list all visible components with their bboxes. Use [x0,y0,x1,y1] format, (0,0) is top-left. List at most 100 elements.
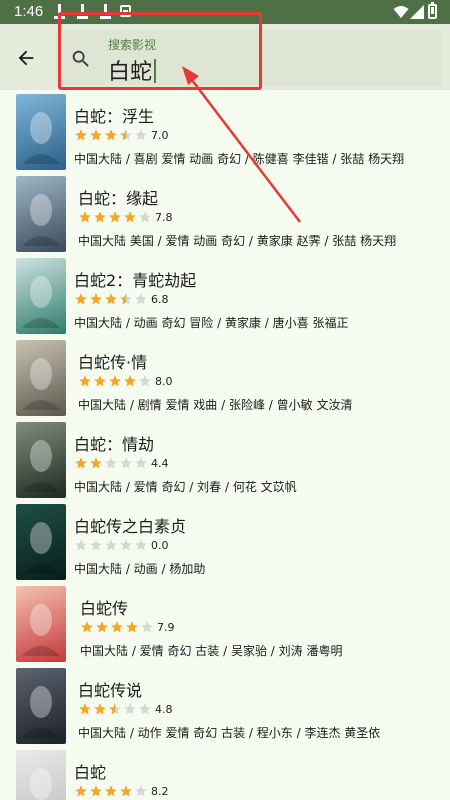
star-full-icon [90,293,102,305]
star-empty-icon [124,703,136,715]
star-full-icon [94,211,106,223]
rating-score: 8.0 [155,374,173,388]
movie-meta: 中国大陆 / 动作 爱情 奇幻 古装 / 程小东 / 李连杰 黄圣依 [78,726,381,740]
search-result-item[interactable]: 白蛇传之白素贞 0.0 中国大陆 / 动画 / 杨加助 [0,504,450,586]
rating-stars [74,784,148,798]
star-full-icon [90,129,102,141]
movie-meta: 中国大陆 / 动画 奇幻 冒险 / 黄家康 / 唐小喜 张福正 [74,316,349,330]
star-full-icon [75,457,87,469]
status-bar: 1:46 [0,0,450,24]
star-empty-icon [120,457,132,469]
search-label: 搜索影视 [108,38,157,52]
star-full-icon [90,785,102,797]
movie-title[interactable]: 白蛇：缘起 [78,185,158,209]
search-result-item[interactable]: 白蛇 8.2 [0,750,450,800]
movie-rating: 7.8 [78,210,173,224]
movie-poster[interactable] [16,422,66,498]
movie-title[interactable]: 白蛇 [74,759,106,783]
star-full-icon [105,129,117,141]
search-field[interactable]: 搜索影视 白蛇 [56,30,442,86]
movie-title[interactable]: 白蛇传 [80,595,128,619]
search-input[interactable]: 白蛇 [108,54,157,86]
star-empty-icon [135,293,147,305]
download-notification-icon [54,4,65,19]
rating-score: 0.0 [151,538,169,552]
rating-score: 7.8 [155,210,173,224]
search-result-item[interactable]: 白蛇：浮生 7.0 中国大陆 / 喜剧 爱情 动画 奇幻 / 陈健喜 李佳锴 / 张… [0,94,450,176]
battery-icon [428,2,437,19]
search-result-item[interactable]: 白蛇传·情 8.0 中国大陆 / 剧情 爱情 戏曲 / 张险峰 / 曾小敏 文汝清 [0,340,450,422]
star-half-icon [109,703,121,715]
movie-meta: 中国大陆 / 爱情 奇幻 / 刘春 / 何花 文苡帆 [74,480,297,494]
star-full-icon [75,129,87,141]
movie-rating: 7.0 [74,128,169,142]
star-empty-icon [75,539,87,551]
rating-score: 6.8 [151,292,169,306]
star-empty-icon [139,211,151,223]
movie-title[interactable]: 白蛇传·情 [78,349,147,373]
movie-meta: 中国大陆 / 剧情 爱情 戏曲 / 张险峰 / 曾小敏 文汝清 [78,398,353,412]
movie-rating: 8.0 [78,374,173,388]
star-full-icon [111,621,123,633]
star-full-icon [109,375,121,387]
rating-stars [74,456,148,470]
text-caret [154,59,157,83]
search-result-item[interactable]: 白蛇：情劫 4.4 中国大陆 / 爱情 奇幻 / 刘春 / 何花 文苡帆 [0,422,450,504]
star-full-icon [79,375,91,387]
star-empty-icon [105,539,117,551]
back-button[interactable] [6,38,46,78]
star-full-icon [96,621,108,633]
star-full-icon [109,211,121,223]
star-full-icon [105,785,117,797]
rating-stars [74,292,148,306]
star-empty-icon [135,129,147,141]
rating-score: 8.2 [151,784,169,798]
star-full-icon [79,703,91,715]
cell-signal-icon [410,5,424,19]
movie-rating: 4.4 [74,456,169,470]
rating-stars [78,702,152,716]
search-header: 搜索影视 白蛇 [0,24,450,90]
movie-poster[interactable] [16,504,66,580]
search-result-item[interactable]: 白蛇传 7.9 中国大陆 / 爱情 奇幻 古装 / 吴家骀 / 刘涛 潘粤明 [0,586,450,668]
star-full-icon [124,211,136,223]
movie-title[interactable]: 白蛇2：青蛇劫起 [74,267,196,291]
star-empty-icon [105,457,117,469]
star-full-icon [94,703,106,715]
star-empty-icon [120,539,132,551]
movie-title[interactable]: 白蛇：情劫 [74,431,154,455]
star-full-icon [124,375,136,387]
movie-title[interactable]: 白蛇：浮生 [74,103,154,127]
star-empty-icon [135,539,147,551]
rating-stars [78,210,152,224]
movie-poster[interactable] [16,668,66,744]
star-full-icon [126,621,138,633]
wifi-icon [393,6,409,18]
movie-rating: 7.9 [80,620,175,634]
arrow-left-icon [18,50,34,66]
movie-poster[interactable] [16,258,66,334]
movie-rating: 0.0 [74,538,169,552]
status-time: 1:46 [14,3,44,20]
star-empty-icon [135,457,147,469]
star-full-icon [120,785,132,797]
movie-poster[interactable] [16,94,66,170]
movie-poster[interactable] [16,340,66,416]
search-result-item[interactable]: 白蛇传说 4.8 中国大陆 / 动作 爱情 奇幻 古装 / 程小东 / 李连杰 黄圣… [0,668,450,750]
download-notification-icon [100,4,111,19]
star-half-icon [120,293,132,305]
movie-poster[interactable] [16,750,66,800]
search-results-list: 白蛇：浮生 7.0 中国大陆 / 喜剧 爱情 动画 奇幻 / 陈健喜 李佳锴 / 张… [0,94,450,800]
search-result-item[interactable]: 白蛇：缘起 7.8 中国大陆 美国 / 爱情 动画 奇幻 / 黄家康 赵霁 / 张喆… [0,176,450,258]
notification-icon [120,5,131,17]
movie-rating: 6.8 [74,292,169,306]
movie-poster[interactable] [16,176,66,252]
star-full-icon [90,457,102,469]
movie-poster[interactable] [16,586,66,662]
search-result-item[interactable]: 白蛇2：青蛇劫起 6.8 中国大陆 / 动画 奇幻 冒险 / 黄家康 / 唐小喜 张… [0,258,450,340]
rating-stars [74,538,148,552]
movie-title[interactable]: 白蛇传之白素贞 [74,513,186,537]
movie-title[interactable]: 白蛇传说 [78,677,142,701]
movie-meta: 中国大陆 / 动画 / 杨加助 [74,562,206,576]
movie-meta: 中国大陆 美国 / 爱情 动画 奇幻 / 黄家康 赵霁 / 张喆 杨天翔 [78,234,397,248]
